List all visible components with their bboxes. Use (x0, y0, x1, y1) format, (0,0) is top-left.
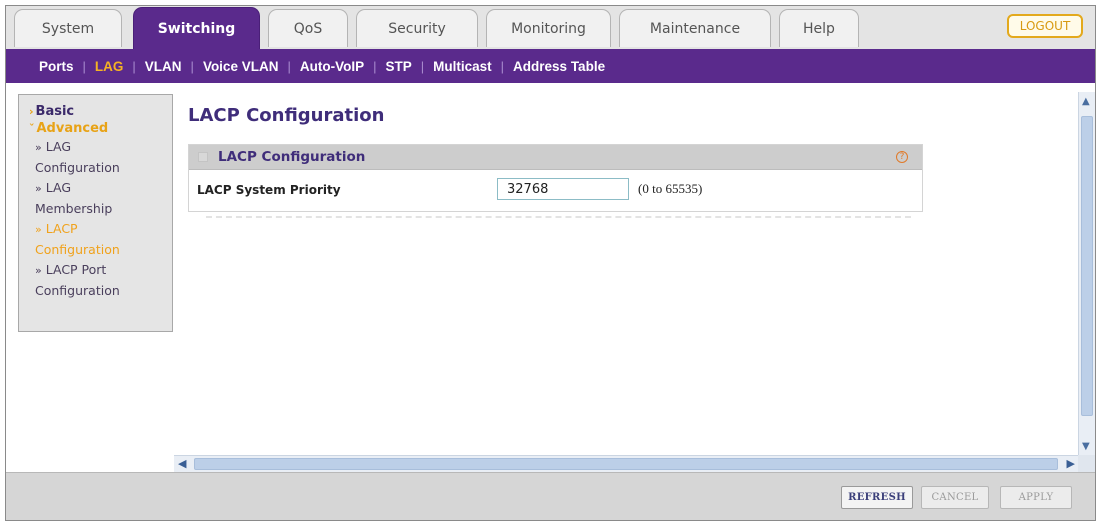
help-icon[interactable]: ? (896, 151, 908, 163)
horizontal-scrollbar[interactable]: ◀ ▶ (174, 455, 1078, 472)
subnav-separator: | (287, 58, 291, 74)
panel-header: LACP Configuration ? (189, 145, 922, 170)
tab-qos[interactable]: QoS (268, 9, 348, 47)
tab-help[interactable]: Help (779, 9, 859, 47)
subnav-separator: | (132, 58, 136, 74)
double-chevron-icon: » (35, 141, 42, 154)
cancel-button[interactable]: CANCEL (921, 486, 989, 509)
sub-navigation: Ports | LAG | VLAN | Voice VLAN | Auto-V… (6, 49, 1095, 83)
menu-basic-label: Basic (35, 104, 75, 119)
menu-item-label: Membership (35, 201, 113, 216)
app-frame: System Switching QoS Security Monitoring… (5, 5, 1096, 521)
divider (206, 216, 911, 218)
left-menu: › Basic ˇ Advanced » LAG Configuration » LAG… (18, 94, 173, 332)
subnav-auto-voip[interactable]: Auto-VoIP (300, 59, 364, 74)
subnav-separator: | (190, 58, 194, 74)
subnav-separator: | (500, 58, 505, 74)
scroll-corner (1078, 455, 1095, 472)
scroll-down-icon[interactable]: ▼ (1082, 441, 1090, 452)
vertical-scrollbar[interactable]: ▲ ▼ (1078, 92, 1095, 456)
chevron-right-icon: › (29, 105, 34, 118)
priority-range-hint: (0 to 65535) (638, 181, 703, 196)
subnav-ports[interactable]: Ports (39, 59, 74, 74)
scroll-left-icon[interactable]: ◀ (178, 457, 186, 470)
subnav-stp[interactable]: STP (385, 59, 411, 74)
tab-label: Security (388, 20, 446, 37)
vertical-scroll-thumb[interactable] (1081, 116, 1093, 416)
scroll-right-icon[interactable]: ▶ (1067, 457, 1075, 470)
scroll-up-icon[interactable]: ▲ (1082, 96, 1090, 107)
lacp-configuration-panel: LACP Configuration ? LACP System Priorit… (188, 144, 923, 212)
tab-label: Maintenance (649, 20, 741, 37)
subnav-lag[interactable]: LAG (95, 59, 124, 74)
double-chevron-icon: » (35, 182, 42, 195)
apply-button[interactable]: APPLY (1000, 486, 1072, 509)
menu-basic[interactable]: › Basic (29, 103, 172, 120)
menu-item-label: LACP (45, 221, 78, 236)
lacp-system-priority-input[interactable] (497, 178, 629, 200)
menu-item-label: LACP Port (45, 262, 107, 277)
tab-label: System (41, 20, 95, 37)
menu-item-lag-configuration[interactable]: » LAG Configuration (29, 137, 172, 178)
menu-advanced[interactable]: ˇ Advanced (29, 120, 172, 137)
refresh-button[interactable]: REFRESH (841, 486, 913, 509)
subnav-separator: | (373, 58, 377, 74)
double-chevron-icon: » (35, 264, 42, 277)
tab-monitoring[interactable]: Monitoring (486, 9, 611, 47)
page-title: LACP Configuration (188, 105, 385, 126)
menu-item-lacp-port-configuration[interactable]: » LACP Port Configuration (29, 260, 172, 301)
menu-item-lag-membership[interactable]: » LAG Membership (29, 178, 172, 219)
logout-button[interactable]: LOGOUT (1007, 14, 1083, 38)
menu-item-label: Configuration (35, 160, 120, 175)
tab-label: Monitoring (511, 20, 586, 37)
collapse-icon[interactable] (198, 152, 208, 162)
horizontal-scroll-thumb[interactable] (194, 458, 1058, 470)
menu-item-label: Configuration (35, 283, 120, 298)
top-tab-bar: System Switching QoS Security Monitoring… (6, 6, 1095, 49)
menu-item-label: Configuration (35, 242, 120, 257)
menu-item-lacp-configuration[interactable]: » LACP Configuration (29, 219, 172, 260)
lacp-priority-row: LACP System Priority (0 to 65535) (189, 170, 922, 210)
tab-label: QoS (293, 20, 323, 37)
subnav-multicast[interactable]: Multicast (433, 59, 492, 74)
bottom-button-bar: REFRESH CANCEL APPLY (6, 472, 1095, 520)
chevron-down-icon: ˇ (29, 122, 35, 135)
double-chevron-icon: » (35, 223, 42, 236)
menu-advanced-label: Advanced (36, 121, 109, 136)
subnav-address-table[interactable]: Address Table (513, 59, 605, 74)
menu-item-label: LAG (45, 139, 72, 154)
tab-label: Switching (157, 20, 236, 37)
tab-system[interactable]: System (14, 9, 122, 47)
lacp-system-priority-label: LACP System Priority (197, 183, 341, 197)
subnav-voice-vlan[interactable]: Voice VLAN (203, 59, 279, 74)
tab-switching[interactable]: Switching (133, 7, 260, 49)
tab-security[interactable]: Security (356, 9, 478, 47)
subnav-vlan[interactable]: VLAN (145, 59, 182, 74)
panel-title: LACP Configuration (218, 149, 366, 165)
subnav-separator: | (82, 58, 86, 74)
tab-label: Help (803, 20, 835, 37)
subnav-separator: | (420, 58, 425, 74)
menu-item-label: LAG (45, 180, 72, 195)
tab-maintenance[interactable]: Maintenance (619, 9, 771, 47)
